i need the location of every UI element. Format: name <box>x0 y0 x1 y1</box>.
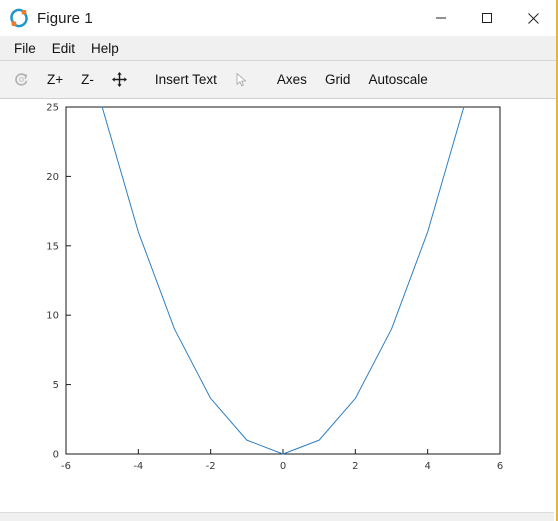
axes-frame <box>65 106 501 455</box>
x-tick-label: 0 <box>280 461 286 472</box>
y-tick-label: 0 <box>53 450 59 461</box>
y-tick-label: 20 <box>46 172 59 183</box>
toolbar-autoscale[interactable]: Autoscale <box>360 64 435 96</box>
x-tick-label: -2 <box>206 461 216 472</box>
toolbar-insert-text[interactable]: Insert Text <box>147 64 225 96</box>
toolbar-rotate[interactable] <box>6 64 37 96</box>
toolbar-pan[interactable] <box>104 64 135 96</box>
toolbar-select[interactable] <box>227 64 257 96</box>
x-tick-label: -4 <box>133 461 143 472</box>
maximize-icon <box>482 13 492 23</box>
minimize-button[interactable] <box>418 0 464 36</box>
toolbar-zoom-in[interactable]: Z+ <box>39 64 71 96</box>
x-tick-label: -6 <box>61 461 71 472</box>
plot-area[interactable]: -6 -4 -2 0 2 4 6 0 5 10 15 20 25 <box>0 99 556 521</box>
scilab-figure-icon <box>10 8 28 28</box>
menu-edit[interactable]: Edit <box>44 38 83 59</box>
title-bar: Figure 1 <box>0 0 556 36</box>
menu-help[interactable]: Help <box>83 38 127 59</box>
menu-file[interactable]: File <box>6 38 44 59</box>
y-tick-label: 25 <box>46 103 59 114</box>
toolbar-zoom-out[interactable]: Z- <box>73 64 102 96</box>
figure-window: Figure 1 File Edit Help Z+ Z- Insert Tex… <box>0 0 558 521</box>
cursor-select-icon <box>236 72 247 86</box>
close-button[interactable] <box>510 0 556 36</box>
y-tick-label: 5 <box>53 380 59 391</box>
pan-move-icon <box>111 72 127 87</box>
rotate-icon <box>15 73 28 86</box>
window-controls <box>418 0 556 36</box>
toolbar-axes[interactable]: Axes <box>269 64 315 96</box>
x-tick-label: 2 <box>352 461 358 472</box>
y-tick-label: 15 <box>46 241 59 252</box>
minimize-icon <box>436 17 446 19</box>
window-title: Figure 1 <box>37 9 93 27</box>
x-tick-label: 4 <box>424 461 430 472</box>
figure-canvas[interactable]: -6 -4 -2 0 2 4 6 0 5 10 15 20 25 <box>0 99 556 521</box>
status-strip <box>0 512 554 521</box>
maximize-button[interactable] <box>464 0 510 36</box>
menu-bar: File Edit Help <box>0 36 556 61</box>
x-tick-label: 6 <box>497 461 503 472</box>
toolbar-grid[interactable]: Grid <box>317 64 359 96</box>
close-icon <box>527 12 539 24</box>
y-tick-label: 10 <box>46 311 59 322</box>
toolbar: Z+ Z- Insert Text Axes Grid Autoscale <box>0 61 556 99</box>
